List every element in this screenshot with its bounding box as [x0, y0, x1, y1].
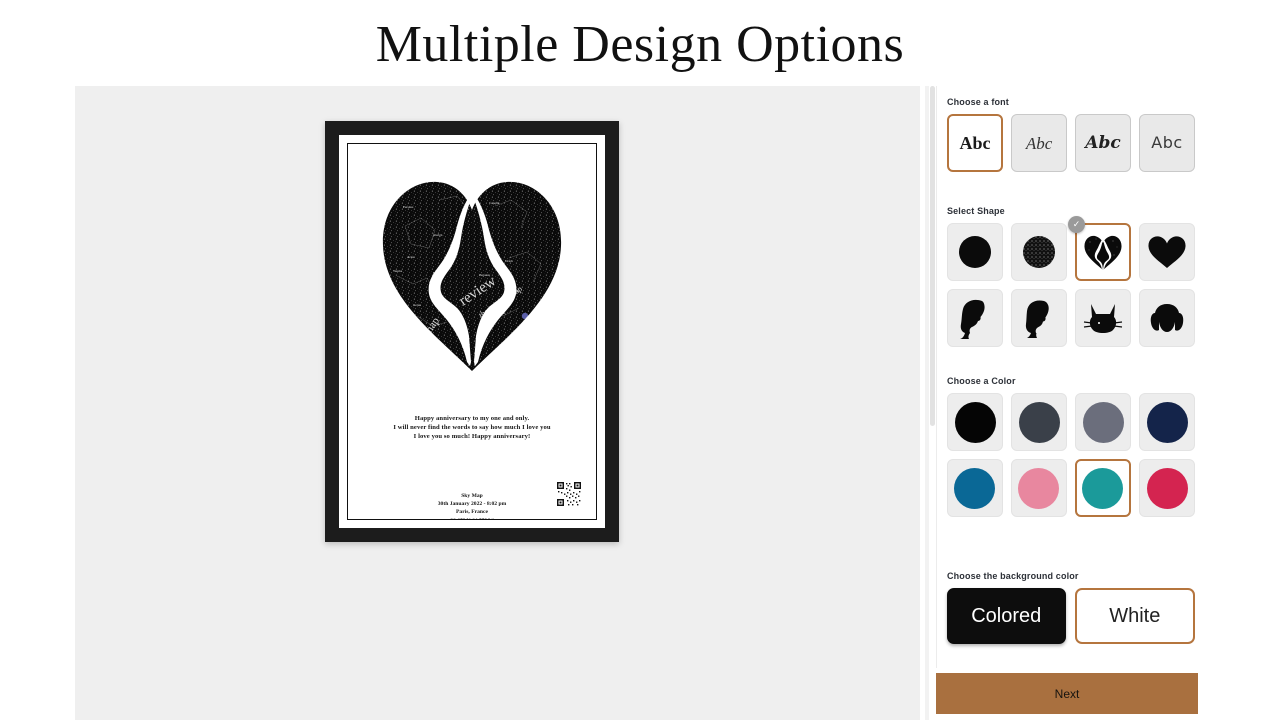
font-section: Choose a font Abc Abc Abc Abc	[937, 97, 1204, 172]
color-swatch	[1018, 401, 1060, 443]
svg-text:Cygnus: Cygnus	[495, 311, 506, 315]
font-option-handwriting[interactable]: Abc	[1139, 114, 1195, 172]
font-sample: Abc	[1025, 133, 1053, 153]
color-section-label: Choose a Color	[947, 376, 1016, 386]
page-title: Multiple Design Options	[375, 16, 905, 73]
background-color-section: Choose the background color Colored Whit…	[937, 571, 1204, 644]
color-option-pink[interactable]	[1010, 459, 1067, 517]
font-option-script-italic[interactable]: Abc	[1011, 114, 1068, 172]
panel-scrollbar-thumb[interactable]	[930, 86, 935, 426]
color-option-teal[interactable]	[1074, 459, 1132, 517]
couple-heart-icon	[1084, 235, 1122, 271]
color-swatch	[954, 467, 996, 509]
next-button[interactable]: Next	[936, 673, 1198, 714]
color-option-navy[interactable]	[1139, 393, 1195, 451]
color-swatch	[1146, 401, 1188, 443]
man-head-icon	[1025, 300, 1049, 338]
svg-text:Orion: Orion	[505, 259, 513, 263]
poster-sheet: Perseus Auriga Aries Taurus Pisces Cetus…	[347, 143, 597, 520]
poster-meta-coordinates: 28.65° N 64.55° W	[356, 517, 588, 519]
shape-option-dog-head[interactable]	[1139, 289, 1195, 347]
shape-option-woman-head[interactable]	[947, 289, 1003, 347]
poster-meta-title: Sky Map	[461, 493, 483, 499]
poster-meta-location: Paris, France	[456, 509, 488, 516]
shape-options-row-2	[937, 289, 1204, 347]
shape-option-cat-head[interactable]	[1075, 289, 1131, 347]
background-option-white[interactable]: White	[1074, 588, 1195, 644]
color-options-row-2	[937, 459, 1204, 517]
cat-head-icon	[1083, 304, 1123, 333]
circle-solid-icon	[958, 236, 991, 268]
font-sample: Abc	[1151, 133, 1183, 152]
color-option-crimson[interactable]	[1139, 459, 1195, 517]
poster-message: Happy anniversary to my one and only. I …	[356, 414, 588, 442]
background-options-row: Colored White	[937, 588, 1204, 644]
color-swatch	[1018, 467, 1060, 509]
dog-head-icon	[1150, 304, 1184, 332]
color-swatch	[1082, 467, 1124, 509]
svg-text:Cetus: Cetus	[413, 303, 421, 307]
poster-mat: Perseus Auriga Aries Taurus Pisces Cetus…	[339, 135, 605, 528]
color-option-charcoal[interactable]	[1011, 393, 1067, 451]
svg-text:Capella: Capella	[489, 201, 500, 205]
heart-icon	[1148, 236, 1186, 268]
color-option-steel-blue[interactable]	[947, 459, 1003, 517]
svg-text:Taurus: Taurus	[393, 269, 403, 273]
shape-option-couple-heart[interactable]: ✓	[1067, 216, 1132, 281]
svg-text:Aries: Aries	[407, 255, 415, 259]
poster-meta-date: 30th January 2022 - 8:02 pm	[437, 501, 507, 508]
shape-option-heart[interactable]	[1139, 223, 1195, 281]
color-section: Choose a Color	[937, 376, 1204, 517]
color-swatch	[954, 401, 996, 443]
design-options-panel: Choose a font Abc Abc Abc Abc Select Sha…	[936, 86, 1204, 668]
shape-section-label: Select Shape	[947, 206, 1005, 216]
poster-artwork: Perseus Auriga Aries Taurus Pisces Cetus…	[348, 166, 596, 384]
shape-options-row-1: ✓	[937, 216, 1204, 281]
shape-option-man-head[interactable]	[1011, 289, 1067, 347]
selected-check-icon: ✓	[1067, 216, 1085, 233]
svg-text:Pisces: Pisces	[433, 271, 442, 275]
font-option-bold-script[interactable]: Abc	[1075, 114, 1132, 172]
woman-head-icon	[960, 299, 985, 339]
qr-code-icon	[556, 481, 582, 507]
font-options-row: Abc Abc Abc Abc	[937, 114, 1204, 172]
circle-textured-icon	[1022, 236, 1055, 268]
svg-text:Auriga: Auriga	[433, 233, 443, 237]
color-swatch	[1146, 467, 1188, 509]
svg-text:Perseus: Perseus	[403, 205, 414, 209]
design-options-screen: Multiple Design Options Perseus Auriga A…	[0, 0, 1280, 720]
background-option-colored[interactable]: Colored	[947, 588, 1066, 644]
shape-section: Select Shape ✓	[937, 206, 1204, 347]
color-options-row-1	[937, 393, 1204, 451]
font-sample: Abc	[959, 133, 991, 153]
color-swatch	[1082, 401, 1124, 443]
shape-option-circle-textured[interactable]	[1010, 223, 1067, 281]
poster-message-line: I love you so much! Happy anniversary!	[413, 433, 531, 441]
poster-meta: Sky Map 30th January 2022 - 8:02 pm Pari…	[356, 492, 588, 519]
poster-message-line: I will never find the words to say how m…	[393, 424, 551, 432]
preview-canvas: Perseus Auriga Aries Taurus Pisces Cetus…	[75, 86, 920, 720]
qr-code-graphic	[556, 481, 582, 507]
font-sample: Abc	[1085, 132, 1121, 153]
background-section-label: Choose the background color	[947, 571, 1079, 581]
couple-heart-star-map-icon: Perseus Auriga Aries Taurus Pisces Cetus…	[382, 181, 562, 371]
shape-option-circle-solid[interactable]	[947, 223, 1003, 281]
color-option-black[interactable]	[947, 393, 1003, 451]
font-option-serif-bold[interactable]: Abc	[947, 114, 1004, 172]
color-option-gray[interactable]	[1075, 393, 1131, 451]
font-section-label: Choose a font	[947, 97, 1009, 107]
panel-scrollbar-track[interactable]	[925, 86, 929, 720]
svg-text:Aquila: Aquila	[477, 327, 487, 331]
poster-message-line: Happy anniversary to my one and only.	[414, 415, 530, 422]
poster-frame: Perseus Auriga Aries Taurus Pisces Cetus…	[325, 121, 619, 542]
